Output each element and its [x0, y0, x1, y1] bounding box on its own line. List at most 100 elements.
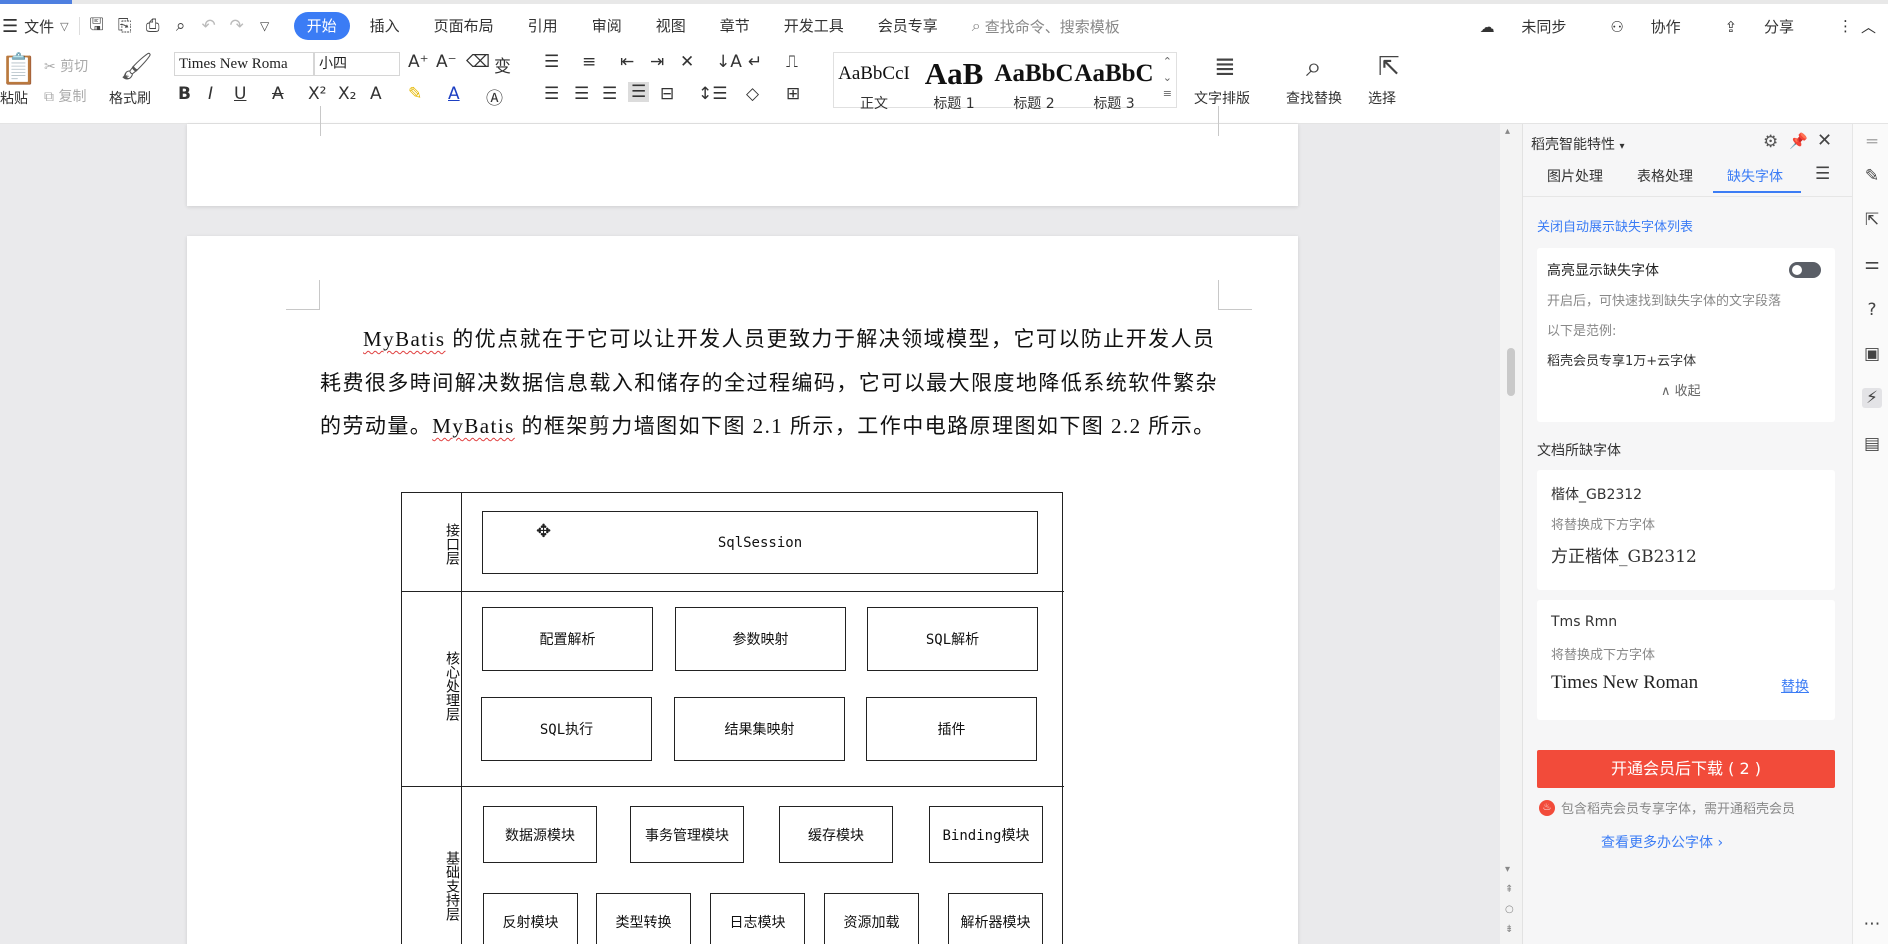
tab-home[interactable]: 开始 — [293, 12, 350, 40]
document-workspace[interactable]: MyBatis 的优点就在于它可以让开发人员更致力于解决领域模型，它可以防止开发… — [0, 106, 1500, 944]
char-border-icon[interactable]: Ⓐ — [486, 84, 503, 109]
browse-object-icon[interactable]: ○ — [1505, 904, 1514, 915]
smart-feature-icon[interactable]: ⚡ — [1862, 388, 1882, 408]
scroll-thumb[interactable] — [1507, 348, 1515, 396]
font-color-icon[interactable]: A — [448, 84, 460, 104]
undo-icon[interactable]: ↶ — [198, 15, 220, 37]
select-button[interactable]: 选择 — [1368, 88, 1396, 108]
quick-access-dropdown-icon[interactable]: ▽ — [254, 15, 276, 37]
line-spacing-icon[interactable]: ↕☰ — [698, 84, 727, 104]
help-icon[interactable]: ? — [1862, 300, 1882, 320]
underline-icon[interactable]: U — [234, 84, 246, 104]
page-current[interactable]: MyBatis 的优点就在于它可以让开发人员更致力于解决领域模型，它可以防止开发… — [187, 236, 1298, 944]
vertical-scrollbar[interactable]: ▴ ▾ ⇞ ○ ⇟ — [1500, 124, 1522, 944]
tab-review[interactable]: 审阅 — [578, 12, 636, 40]
tab-view[interactable]: 视图 — [642, 12, 700, 40]
grow-font-icon[interactable]: A⁺ — [408, 52, 429, 72]
tab-developer[interactable]: 开发工具 — [770, 12, 858, 40]
style-heading3[interactable]: AaBbC 标题 3 — [1074, 57, 1154, 113]
settings-gear-icon[interactable]: ⚙ — [1763, 132, 1778, 152]
italic-icon[interactable]: I — [208, 84, 213, 104]
tab-insert[interactable]: 插入 — [356, 12, 414, 40]
distribute-icon[interactable]: ⊟ — [660, 84, 674, 104]
align-center-icon[interactable]: ☰ — [574, 84, 589, 104]
tab-references[interactable]: 引用 — [514, 12, 572, 40]
close-icon[interactable]: ✕ — [1817, 130, 1832, 151]
translate-icon[interactable]: ▤ — [1862, 434, 1882, 454]
download-button[interactable]: 开通会员后下载 ( 2 ) — [1537, 750, 1835, 788]
tab-image-process[interactable]: 图片处理 — [1547, 166, 1603, 186]
close-auto-link[interactable]: 关闭自动展示缺失字体列表 — [1537, 216, 1693, 235]
style-heading1[interactable]: AaB 标题 1 — [914, 57, 994, 113]
pin-icon[interactable]: 📌 — [1789, 132, 1808, 150]
architecture-diagram[interactable]: 接口层 核心处理层 基础支持层 SqlSession ✥ 配置解析 参数映射 S… — [401, 492, 1064, 944]
cut-button[interactable]: ✂ 剪切 — [44, 56, 88, 76]
pen-icon[interactable]: ✎ — [1862, 166, 1882, 186]
save-icon[interactable]: 🖫 — [86, 15, 108, 37]
command-search[interactable]: ⌕ 查找命令、搜索模板 — [972, 16, 1120, 37]
menu-icon[interactable]: ☰ — [1815, 164, 1830, 184]
more-icon[interactable]: ⋮ — [1838, 17, 1853, 35]
tab-member[interactable]: 会员专享 — [864, 12, 952, 40]
align-right-icon[interactable]: ☰ — [602, 84, 617, 104]
share-button[interactable]: ⇪ 分享 — [1725, 16, 1816, 37]
body-paragraph[interactable]: MyBatis 的优点就在于它可以让开发人员更致力于解决领域模型，它可以防止开发… — [320, 318, 1225, 449]
font-name-select[interactable]: Times New Roma — [174, 52, 314, 76]
shading-icon[interactable]: ◇ — [746, 84, 759, 104]
shrink-font-icon[interactable]: A⁻ — [436, 52, 457, 72]
image-tool-icon[interactable]: ▣ — [1862, 344, 1882, 364]
adjust-icon[interactable]: ⚌ — [1862, 254, 1882, 274]
style-more-icon[interactable]: ≡ — [1163, 87, 1172, 100]
replace-link[interactable]: 替换 — [1781, 676, 1809, 696]
justify-icon[interactable]: ☰ — [628, 82, 650, 102]
text-layout-button[interactable]: 文字排版 — [1194, 88, 1250, 108]
collapse-button[interactable]: ∧ 收起 — [1661, 380, 1701, 399]
rail-more-icon[interactable]: ⋯ — [1862, 914, 1882, 934]
copy-button[interactable]: ⧉ 复制 — [44, 86, 86, 106]
subscript-icon[interactable]: X₂ — [338, 84, 356, 104]
chinese-layout-icon[interactable]: ✕ — [680, 52, 694, 72]
print-preview-icon[interactable]: ⌕ — [170, 15, 192, 37]
clear-format-icon[interactable]: ⌫ — [466, 52, 490, 72]
highlight-toggle[interactable] — [1789, 262, 1821, 278]
style-normal[interactable]: AaBbCcI 正文 — [834, 57, 914, 113]
phonetic-icon[interactable]: 变 — [494, 52, 511, 77]
pointer-icon[interactable]: ⇱ — [1862, 210, 1882, 230]
align-left-icon[interactable]: ☰ — [544, 84, 559, 104]
paste-button[interactable]: 粘贴 — [0, 88, 28, 108]
style-heading2[interactable]: AaBbC 标题 2 — [994, 57, 1074, 113]
bold-icon[interactable]: B — [178, 84, 191, 104]
export-pdf-icon[interactable]: ⎘ — [114, 15, 136, 37]
style-scroll-down-icon[interactable]: ⌄ — [1163, 71, 1172, 84]
tab-table-process[interactable]: 表格处理 — [1637, 166, 1693, 186]
file-menu[interactable]: ☰ 文件 ▽ — [2, 4, 69, 48]
decrease-indent-icon[interactable]: ⇤ — [620, 52, 634, 72]
text-effect-icon[interactable]: A — [370, 84, 382, 104]
format-painter-button[interactable]: 格式刷 — [109, 88, 151, 108]
superscript-icon[interactable]: X² — [308, 84, 326, 104]
bullets-icon[interactable]: ☰ — [544, 52, 559, 72]
tab-page-layout[interactable]: 页面布局 — [420, 12, 508, 40]
redo-icon[interactable]: ↷ — [226, 15, 248, 37]
find-replace-button[interactable]: 查找替换 — [1286, 88, 1342, 108]
scroll-down-icon[interactable]: ▾ — [1505, 864, 1510, 875]
print-icon[interactable]: ⎙ — [142, 15, 164, 37]
next-page-icon[interactable]: ⇟ — [1505, 924, 1513, 935]
highlight-icon[interactable]: ✎ — [408, 84, 422, 104]
strikethrough-icon[interactable]: A — [272, 84, 284, 104]
panel-title-dropdown[interactable]: 稻壳智能特性 ▾ — [1531, 134, 1624, 154]
paragraph-mark-icon[interactable]: ↵ — [748, 52, 762, 72]
borders-icon[interactable]: ⊞ — [786, 84, 800, 104]
collapse-ribbon-icon[interactable]: ︿ — [1861, 16, 1876, 37]
increase-indent-icon[interactable]: ⇥ — [650, 52, 664, 72]
scroll-up-icon[interactable]: ▴ — [1505, 126, 1510, 137]
style-scroll-up-icon[interactable]: ⌃ — [1163, 55, 1172, 68]
sort-icon[interactable]: ↓A — [716, 52, 742, 72]
more-fonts-link[interactable]: 查看更多办公字体 › — [1601, 832, 1723, 852]
prev-page-icon[interactable]: ⇞ — [1505, 884, 1513, 895]
font-size-select[interactable]: 小四 — [314, 52, 400, 76]
tab-missing-fonts[interactable]: 缺失字体 — [1727, 166, 1783, 186]
numbering-icon[interactable]: ≡ — [582, 52, 596, 72]
tab-section[interactable]: 章节 — [706, 12, 764, 40]
ruler-icon[interactable]: ⎍ — [786, 52, 798, 72]
